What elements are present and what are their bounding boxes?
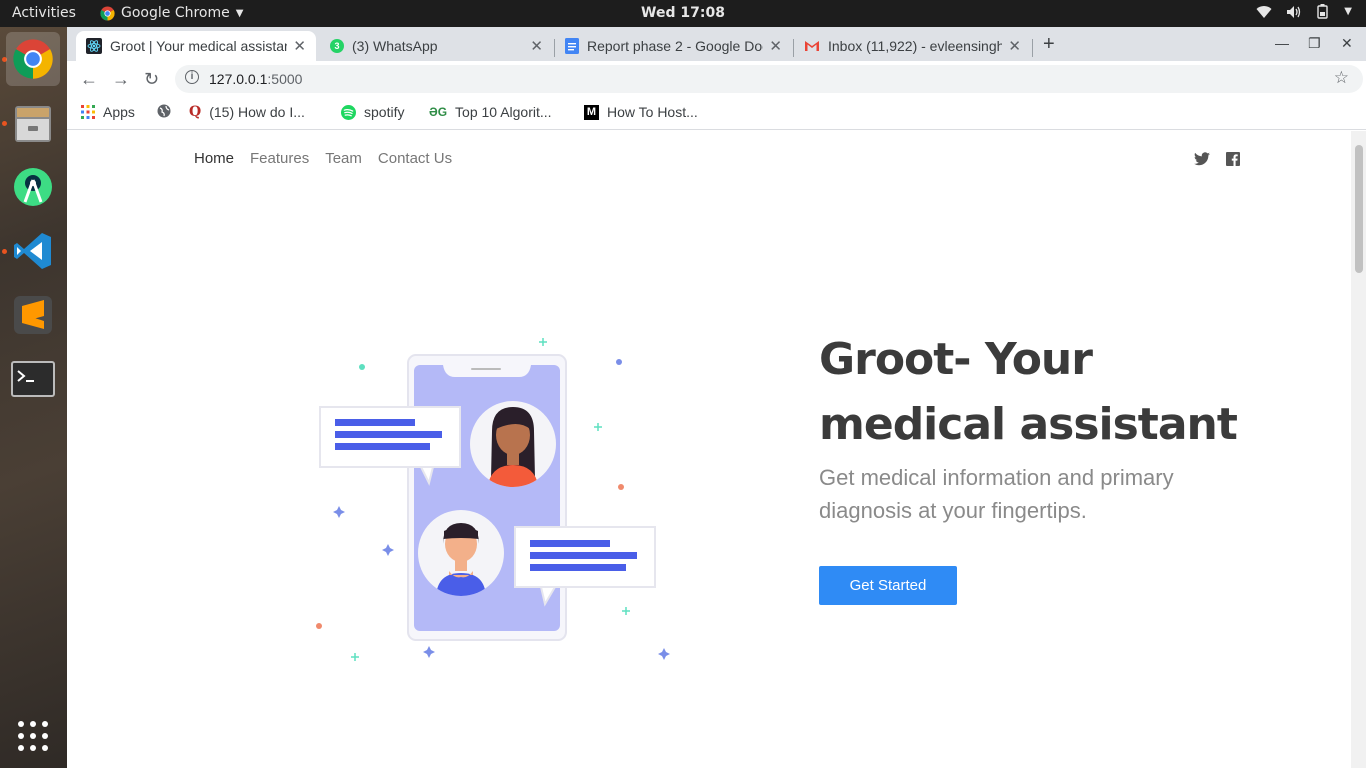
chat-illustration bbox=[316, 338, 670, 661]
react-favicon-icon bbox=[86, 38, 102, 54]
tab-gmail[interactable]: Inbox (11,922) - evleensingh@gmail.com ✕ bbox=[794, 31, 1031, 61]
social-links bbox=[1194, 152, 1240, 166]
dock-sublime[interactable] bbox=[6, 288, 60, 342]
tab-google-docs[interactable]: Report phase 2 - Google Docs ✕ bbox=[555, 31, 792, 61]
get-started-button[interactable]: Get Started bbox=[819, 566, 957, 605]
dock-files[interactable] bbox=[6, 96, 60, 150]
dock bbox=[0, 27, 67, 768]
tab-whatsapp[interactable]: 3 (3) WhatsApp ✕ bbox=[320, 31, 553, 61]
forward-button[interactable]: → bbox=[112, 69, 130, 90]
twitter-icon[interactable] bbox=[1194, 152, 1210, 166]
nav-contact-us[interactable]: Contact Us bbox=[378, 150, 452, 167]
info-icon[interactable]: i bbox=[185, 70, 199, 84]
apps-grid-icon bbox=[81, 105, 95, 119]
reload-button[interactable]: ↻ bbox=[144, 69, 159, 90]
close-tab-icon[interactable]: ✕ bbox=[293, 37, 306, 55]
address-bar[interactable]: i 127.0.0.1:5000 ☆ bbox=[175, 65, 1363, 93]
bookmark-label: (15) How do I... bbox=[209, 104, 305, 120]
chrome-icon bbox=[13, 39, 53, 79]
bookmark-label: spotify bbox=[364, 104, 405, 120]
browser-toolbar: ← → ↻ i 127.0.0.1:5000 ☆ bbox=[67, 61, 1366, 97]
spotify-icon bbox=[341, 104, 356, 120]
bookmark-star-icon[interactable]: ☆ bbox=[1334, 68, 1349, 88]
facebook-icon[interactable] bbox=[1226, 152, 1240, 166]
close-tab-icon[interactable]: ✕ bbox=[769, 37, 782, 55]
clock[interactable]: Wed 17:08 bbox=[0, 5, 1366, 21]
bookmark-label: Top 10 Algorit... bbox=[455, 104, 552, 120]
nav-team[interactable]: Team bbox=[325, 150, 362, 167]
page-scrollbar[interactable] bbox=[1351, 131, 1366, 768]
dock-chrome[interactable] bbox=[6, 32, 60, 86]
scrollbar-thumb[interactable] bbox=[1355, 145, 1363, 273]
tab-title: Inbox (11,922) - evleensingh@gmail.com bbox=[828, 38, 1003, 54]
file-cabinet-icon bbox=[15, 106, 51, 142]
hero-title: Groot- Your medical assistant bbox=[819, 334, 1238, 450]
system-top-bar: Activities Google Chrome ▼ Wed 17:08 ▼ bbox=[0, 0, 1366, 27]
tab-title: Groot | Your medical assistant bbox=[110, 38, 288, 54]
chevron-down-icon: ▼ bbox=[1344, 6, 1352, 17]
globe-icon bbox=[157, 104, 171, 118]
bookmark-spotify[interactable]: spotify bbox=[341, 104, 404, 120]
bookmark-label: Apps bbox=[103, 104, 135, 120]
bookmark-quora[interactable]: Q (15) How do I... bbox=[189, 104, 305, 120]
site-navigation: Home Features Team Contact Us bbox=[194, 150, 452, 167]
terminal-icon bbox=[11, 361, 55, 397]
volume-icon bbox=[1287, 5, 1301, 18]
close-tab-icon[interactable]: ✕ bbox=[1008, 37, 1021, 55]
dock-terminal[interactable] bbox=[6, 352, 60, 406]
battery-icon bbox=[1317, 4, 1328, 19]
tab-title: (3) WhatsApp bbox=[352, 38, 438, 54]
wifi-icon bbox=[1256, 5, 1272, 18]
dock-vscode[interactable] bbox=[6, 224, 60, 278]
whatsapp-badge-icon: 3 bbox=[330, 39, 344, 53]
browser-window: Groot | Your medical assistant ✕ 3 (3) W… bbox=[67, 27, 1366, 768]
tab-groot[interactable]: Groot | Your medical assistant ✕ bbox=[76, 31, 316, 61]
system-tray[interactable]: ▼ bbox=[1256, 4, 1352, 19]
android-studio-icon bbox=[14, 168, 52, 206]
bookmark-geeksforgeeks[interactable]: ƏG Top 10 Algorit... bbox=[429, 104, 552, 120]
back-button[interactable]: ← bbox=[80, 69, 98, 90]
nav-features[interactable]: Features bbox=[250, 150, 309, 167]
tab-title: Report phase 2 - Google Docs bbox=[587, 38, 764, 54]
google-docs-icon bbox=[565, 38, 579, 54]
bookmarks-bar: Apps Q (15) How do I... spotify ƏG Top 1… bbox=[67, 97, 1366, 130]
hero-subtitle: Get medical information and primary diag… bbox=[819, 465, 1174, 523]
page-viewport: Home Features Team Contact Us Groot- You… bbox=[67, 131, 1366, 768]
show-applications-button[interactable] bbox=[6, 709, 60, 763]
url-text: 127.0.0.1:5000 bbox=[209, 71, 302, 87]
dock-android-studio[interactable] bbox=[6, 160, 60, 214]
phone-graphic bbox=[407, 354, 567, 641]
close-tab-icon[interactable]: ✕ bbox=[530, 37, 543, 55]
app-grid-icon bbox=[18, 721, 48, 751]
close-window-button[interactable]: ✕ bbox=[1341, 35, 1353, 52]
url-port: :5000 bbox=[267, 71, 303, 87]
geeksforgeeks-icon: ƏG bbox=[429, 105, 448, 119]
tab-strip: Groot | Your medical assistant ✕ 3 (3) W… bbox=[67, 27, 1366, 61]
vscode-icon bbox=[14, 233, 51, 269]
minimize-button[interactable]: — bbox=[1275, 35, 1289, 51]
tab-separator bbox=[1032, 39, 1033, 57]
bookmark-label: How To Host... bbox=[607, 104, 698, 120]
nav-home[interactable]: Home bbox=[194, 150, 234, 167]
maximize-button[interactable]: ❐ bbox=[1308, 35, 1321, 52]
bookmark-apps[interactable]: Apps bbox=[81, 104, 135, 120]
url-host: 127.0.0.1 bbox=[209, 71, 268, 87]
new-tab-button[interactable]: + bbox=[1043, 33, 1055, 56]
sublime-text-icon bbox=[14, 296, 52, 334]
bookmark-globe[interactable] bbox=[157, 104, 171, 118]
gmail-icon bbox=[805, 41, 819, 51]
bookmark-medium[interactable]: M How To Host... bbox=[584, 104, 698, 120]
medium-icon: M bbox=[584, 104, 599, 120]
quora-icon: Q bbox=[189, 104, 202, 120]
